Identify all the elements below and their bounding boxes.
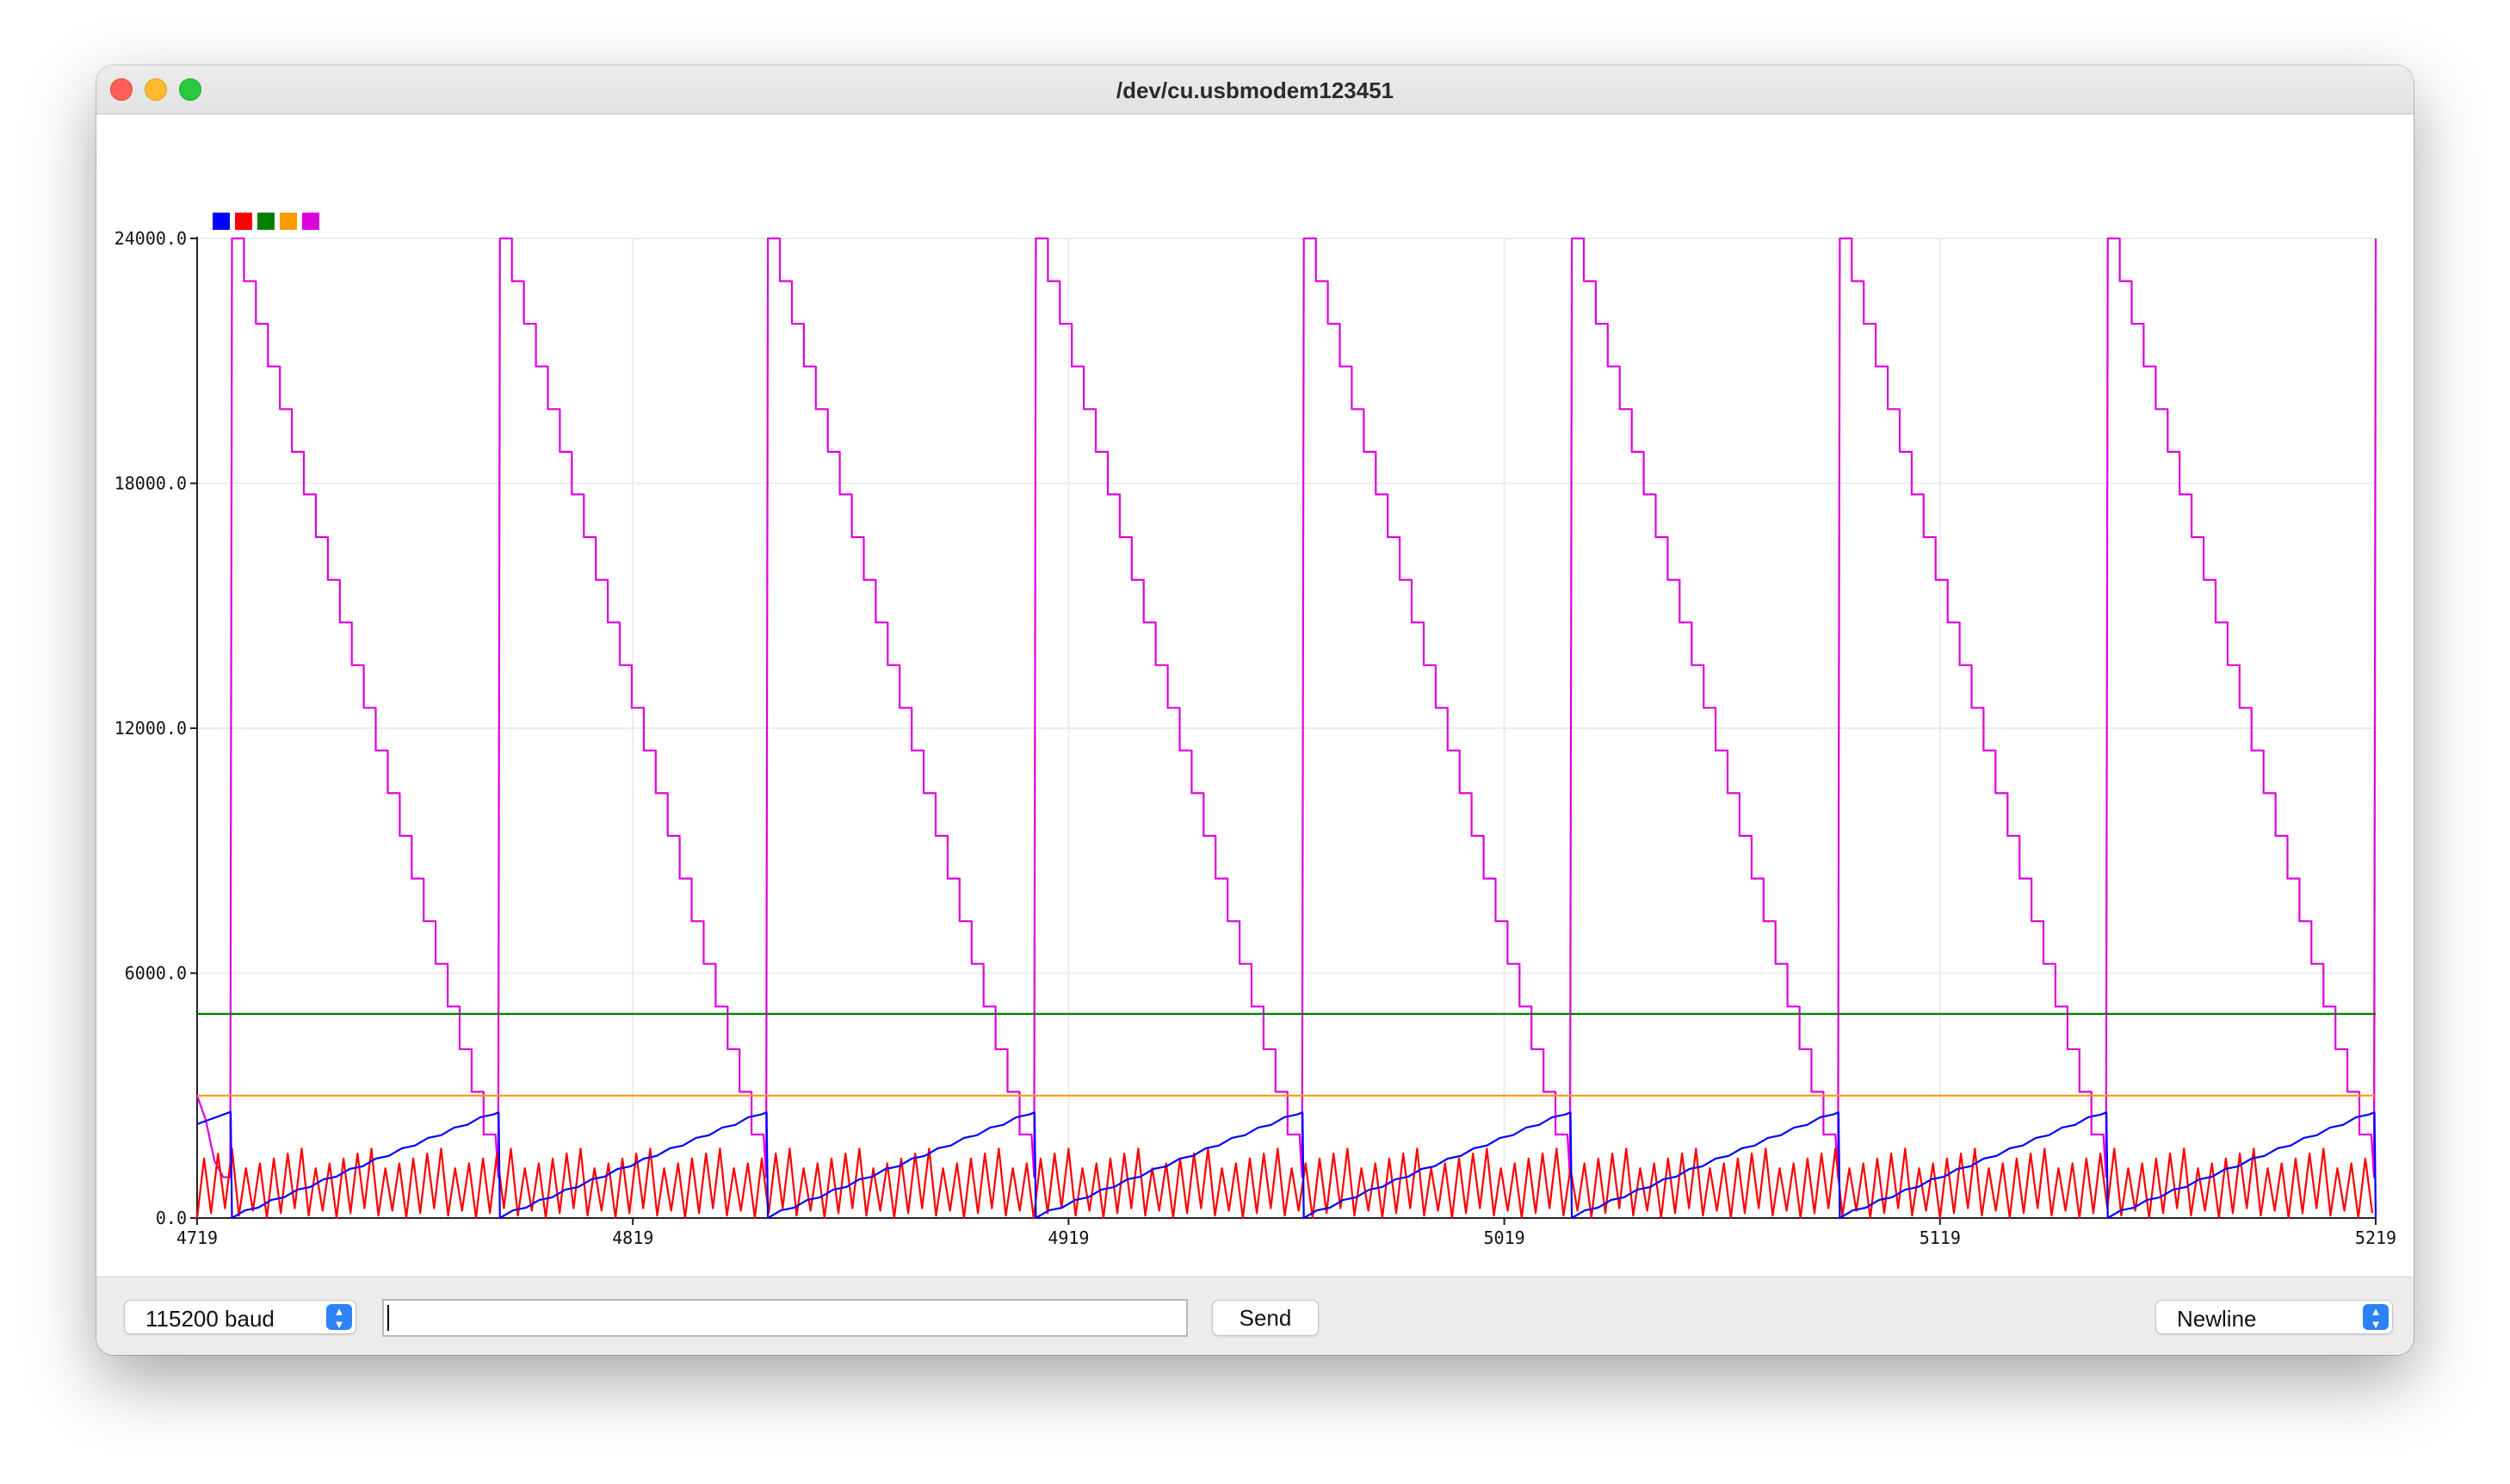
y-tick-label: 24000.0 xyxy=(114,228,187,249)
legend-swatch xyxy=(302,213,319,230)
serial-send-input[interactable] xyxy=(382,1299,1188,1337)
chevron-updown-icon: ▲ ▼ xyxy=(2363,1304,2389,1330)
series-magenta-line xyxy=(195,237,2377,1178)
x-tick-label: 4719 xyxy=(176,1227,218,1248)
x-tick-label: 5019 xyxy=(1484,1227,1525,1248)
legend-swatch xyxy=(280,213,297,230)
baud-rate-value: 115200 baud xyxy=(145,1306,275,1332)
y-tick-label: 12000.0 xyxy=(114,718,187,739)
x-tick-label: 5119 xyxy=(1920,1227,1961,1248)
x-tick-label: 4919 xyxy=(1048,1227,1089,1248)
serial-plot-chart: 0.0 6000.0 12000.0 18000.0 24000.0 4719 4819 49… xyxy=(114,213,2396,1248)
window-title: /dev/cu.usbmodem123451 xyxy=(1116,77,1394,103)
send-button[interactable]: Send xyxy=(1212,1300,1319,1336)
line-ending-select[interactable]: Newline ▲ ▼ xyxy=(2155,1300,2393,1334)
line-ending-value: Newline xyxy=(2177,1306,2257,1332)
title-bar: /dev/cu.usbmodem123451 xyxy=(96,65,2414,114)
serial-plotter-window: /dev/cu.usbmodem123451 0.0 6000.0 12000.0 1… xyxy=(96,65,2414,1355)
legend-swatch xyxy=(235,213,252,230)
x-tick-label: 5219 xyxy=(2355,1227,2396,1248)
x-tick-label: 4819 xyxy=(612,1227,653,1248)
chevron-updown-icon: ▲ ▼ xyxy=(326,1304,352,1330)
y-tick-label: 6000.0 xyxy=(125,963,187,984)
plot-area: 0.0 6000.0 12000.0 18000.0 24000.0 4719 4819 49… xyxy=(96,114,2414,1277)
legend-swatch xyxy=(257,213,275,230)
bottom-toolbar: 115200 baud ▲ ▼ Send Newline ▲ ▼ xyxy=(96,1277,2414,1355)
y-tick-label: 18000.0 xyxy=(114,473,187,494)
y-tick-label: 0.0 xyxy=(156,1208,187,1228)
text-caret xyxy=(387,1305,389,1331)
legend-swatch xyxy=(213,213,230,230)
baud-rate-select[interactable]: 115200 baud ▲ ▼ xyxy=(124,1300,356,1334)
